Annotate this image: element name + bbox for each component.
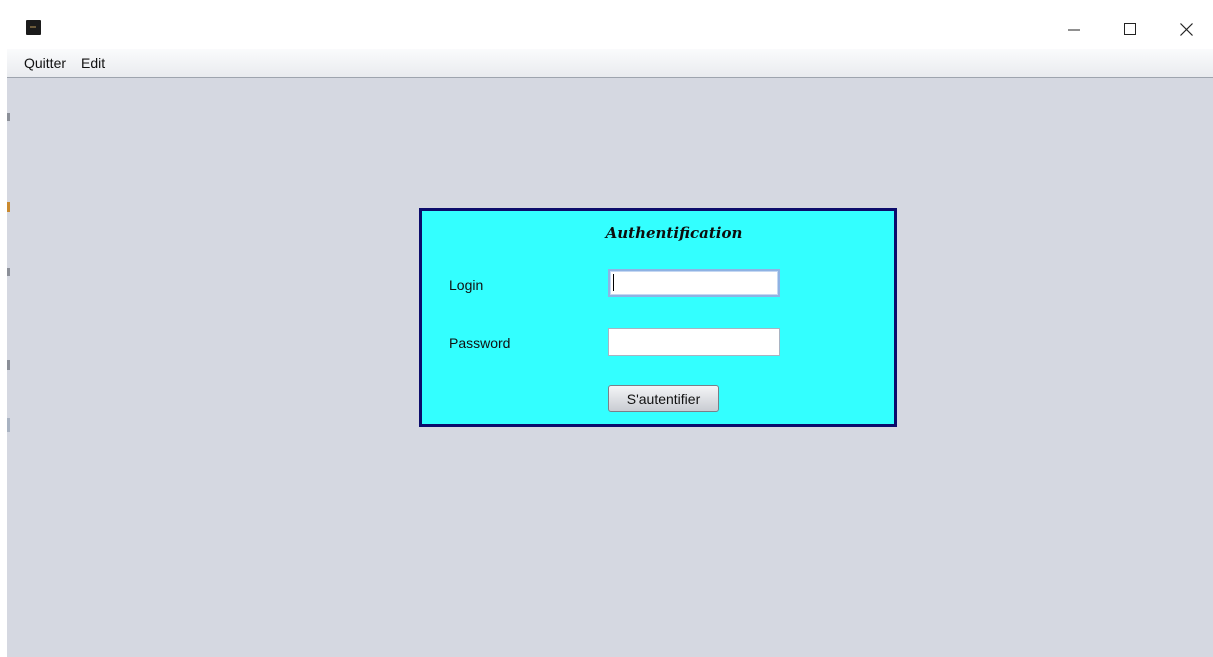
minimize-button[interactable] — [1046, 9, 1102, 49]
java-app-icon — [26, 20, 41, 35]
edge-mark — [7, 202, 10, 212]
login-field[interactable] — [608, 269, 780, 297]
edge-mark — [7, 268, 10, 276]
close-button[interactable] — [1158, 9, 1213, 49]
edge-mark — [7, 360, 10, 370]
menu-edit[interactable]: Edit — [81, 55, 105, 71]
edge-mark — [7, 418, 10, 432]
password-field[interactable] — [608, 328, 780, 356]
title-bar[interactable] — [7, 9, 1213, 49]
authenticate-button[interactable]: S'autentifier — [608, 385, 719, 412]
password-label: Password — [449, 335, 511, 351]
close-icon — [1179, 22, 1193, 36]
left-edge-strip — [7, 78, 15, 657]
edge-mark — [7, 113, 10, 121]
text-caret — [613, 274, 614, 291]
maximize-icon — [1124, 23, 1136, 35]
login-label: Login — [449, 277, 484, 293]
minimize-icon — [1068, 23, 1080, 35]
menu-quitter[interactable]: Quitter — [24, 55, 66, 71]
panel-title: Authentification — [605, 224, 743, 242]
application-window: Quitter Edit Authentification Login Pass… — [7, 9, 1213, 657]
menu-bar: Quitter Edit — [7, 49, 1213, 78]
maximize-button[interactable] — [1102, 9, 1158, 49]
authentication-panel: Authentification Login Password S'autent… — [419, 208, 897, 427]
